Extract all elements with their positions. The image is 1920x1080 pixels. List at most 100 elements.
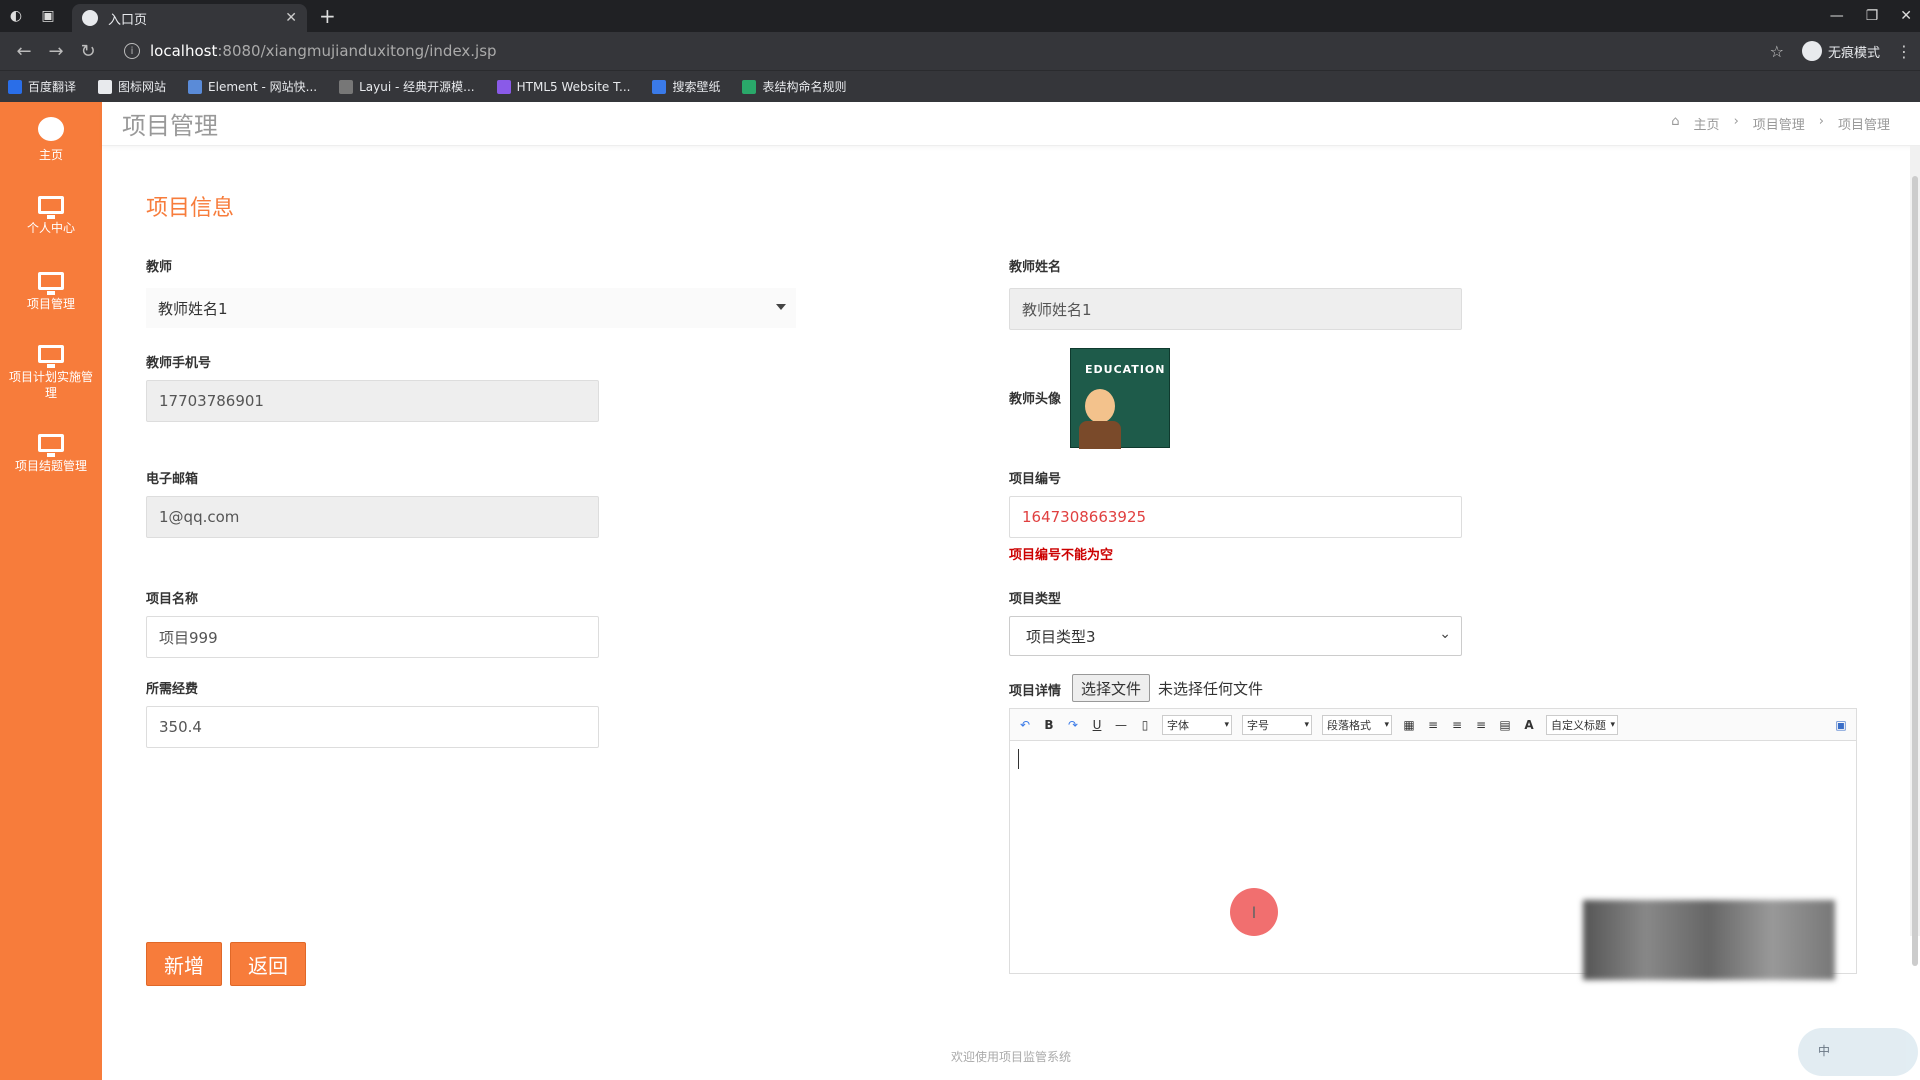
incognito-indicator[interactable]: 无痕模式 [1801, 41, 1880, 61]
avatar-label: 教师头像 [1009, 392, 1062, 407]
font-size-select[interactable]: 字号 [1242, 714, 1312, 735]
sidebar-item-label: 主页 [38, 148, 63, 162]
url-field[interactable]: i localhost:8080/xiangmujianduxitong/ind… [114, 37, 1770, 65]
back-icon[interactable]: ← [8, 41, 40, 62]
close-window-icon[interactable]: ✕ [1900, 8, 1912, 24]
incognito-label: 无痕模式 [1827, 45, 1880, 61]
add-button[interactable]: 新增 [146, 942, 222, 986]
teacher-name-field[interactable]: 教师姓名1 [1009, 288, 1462, 330]
teacher-select[interactable]: 教师姓名1 [146, 288, 796, 328]
bookmark-item[interactable]: 表结构命名规则 [742, 78, 846, 95]
site-info-icon[interactable]: i [124, 43, 140, 59]
tab-title: 入口页 [108, 12, 148, 28]
browser-menu-icon[interactable]: ◐ [0, 0, 32, 32]
bookmark-label: Element - 网站快... [208, 80, 318, 94]
budget-field[interactable]: 350.4 [146, 706, 599, 748]
file-status-text: 未选择任何文件 [1158, 680, 1264, 698]
budget-label: 所需经费 [146, 682, 199, 697]
sidebar-item-home[interactable]: 主页 [0, 102, 102, 178]
align-right-icon[interactable]: ≡ [1450, 718, 1464, 732]
project-no-label: 项目编号 [1009, 472, 1062, 487]
dashboard-icon [38, 117, 64, 141]
breadcrumb-item[interactable]: 主页 [1694, 114, 1720, 133]
scrollbar[interactable] [1910, 146, 1920, 966]
text-cursor-icon: I [1251, 902, 1257, 922]
back-button[interactable]: 返回 [230, 942, 306, 986]
bookmark-item[interactable]: Element - 网站快... [188, 78, 317, 95]
bookmark-item[interactable]: Layui - 经典开源模... [339, 78, 475, 95]
project-name-field[interactable]: 项目999 [146, 616, 599, 658]
reload-icon[interactable]: ↻ [72, 41, 104, 62]
teacher-select-value: 教师姓名1 [158, 299, 228, 318]
monitor-icon [38, 434, 64, 457]
sidebar-item-label: 项目计划实施管理 [8, 370, 93, 400]
close-tab-icon[interactable]: ✕ [285, 10, 297, 26]
pinned-tab-icon[interactable]: ▣ [32, 0, 64, 32]
align-left-icon[interactable]: ≡ [1426, 718, 1440, 732]
sidebar-item-projects[interactable]: 项目管理 [0, 254, 102, 330]
bookmark-item[interactable]: 百度翻译 [8, 78, 76, 95]
phone-field[interactable]: 17703786901 [146, 380, 599, 422]
avatar-image-text: EDUCATION [1085, 363, 1166, 376]
scrollbar-thumb[interactable] [1912, 176, 1918, 966]
breadcrumb: ⌂ 主页 › 项目管理 › 项目管理 [1671, 114, 1890, 133]
sidebar-item-profile[interactable]: 个人中心 [0, 178, 102, 254]
blurred-overlay [1583, 900, 1835, 980]
breadcrumb-separator-icon: › [1733, 114, 1739, 129]
bold-icon[interactable]: B [1042, 718, 1056, 732]
bookmark-favicon-icon [652, 79, 667, 94]
horizontal-rule-icon[interactable]: — [1114, 718, 1128, 732]
app-root: 主页 个人中心 项目管理 项目计划实施管理 项目结题管理 项目管理 ⌂ 主页 ›… [0, 102, 1920, 1080]
paragraph-format-select[interactable]: 段落格式 [1322, 714, 1392, 735]
custom-title-select[interactable]: 自定义标题 [1546, 714, 1618, 735]
sidebar-item-plans[interactable]: 项目计划实施管理 [0, 330, 102, 416]
bookmark-item[interactable]: HTML5 Website T... [496, 79, 630, 94]
email-label: 电子邮箱 [146, 472, 199, 487]
text-cursor [1018, 749, 1019, 769]
sidebar-item-label: 项目结题管理 [14, 459, 87, 473]
bookmark-label: 图标网站 [118, 80, 167, 94]
bookmark-item[interactable]: 搜索壁纸 [652, 78, 720, 95]
chevron-down-icon: ⌄ [1439, 626, 1451, 642]
table-icon[interactable]: ▦ [1402, 718, 1416, 732]
restore-icon[interactable]: ❐ [1866, 8, 1879, 24]
monitor-icon [38, 196, 64, 219]
choose-file-button[interactable]: 选择文件 [1072, 674, 1151, 702]
new-tab-icon[interactable]: + [319, 4, 336, 28]
bookmark-favicon-icon [339, 79, 354, 94]
project-no-field[interactable]: 1647308663925 [1009, 496, 1462, 538]
breadcrumb-item[interactable]: 项目管理 [1753, 114, 1805, 133]
project-type-select[interactable]: 项目类型3 ⌄ [1009, 616, 1462, 656]
justify-icon[interactable]: ▤ [1498, 718, 1512, 732]
font-family-select[interactable]: 字体 [1162, 714, 1232, 735]
fullscreen-icon[interactable]: ▣ [1834, 718, 1848, 732]
project-type-label: 项目类型 [1009, 592, 1062, 607]
page-header: 项目管理 ⌂ 主页 › 项目管理 › 项目管理 [102, 102, 1920, 146]
sidebar-item-conclusion[interactable]: 项目结题管理 [0, 416, 102, 492]
bookmarks-bar: 百度翻译 图标网站 Element - 网站快... Layui - 经典开源模… [0, 70, 1920, 102]
forward-icon[interactable]: → [40, 41, 72, 62]
sidebar-item-label: 个人中心 [26, 221, 75, 235]
bookmark-favicon-icon [188, 79, 203, 94]
bookmark-star-icon[interactable]: ☆ [1770, 42, 1784, 61]
editor-toolbar: ↶ B ↷ U — ▯ 字体 字号 段落格式 ▦ ≡ ≡ ≡ ▤ A 自定义标题 [1010, 709, 1856, 741]
avatar-face-shape [1085, 389, 1115, 423]
address-bar: ← → ↻ i localhost:8080/xiangmujianduxito… [0, 32, 1920, 70]
undo-icon[interactable]: ↶ [1018, 718, 1032, 732]
redo-icon[interactable]: ↷ [1066, 718, 1080, 732]
ime-toolbar[interactable]: 中 [1798, 1028, 1918, 1076]
browser-tab-bar: ◐ ▣ 入口页 ✕ + — ❐ ✕ [0, 0, 1920, 32]
window-controls: — ❐ ✕ [1830, 0, 1912, 32]
underline-icon[interactable]: U [1090, 718, 1104, 732]
bookmark-item[interactable]: 图标网站 [98, 78, 166, 95]
paste-icon[interactable]: ▯ [1138, 718, 1152, 732]
align-center-icon[interactable]: ≡ [1474, 718, 1488, 732]
browser-more-icon[interactable]: ⋮ [1896, 42, 1912, 61]
browser-tab[interactable]: 入口页 ✕ [72, 4, 307, 32]
mouse-pointer-indicator: I [1230, 888, 1278, 936]
font-color-icon[interactable]: A [1522, 718, 1536, 732]
avatar-body-shape [1079, 421, 1121, 449]
main-content: 项目管理 ⌂ 主页 › 项目管理 › 项目管理 项目信息 教师 教师姓名1 教师… [102, 102, 1920, 1080]
email-field[interactable]: 1@qq.com [146, 496, 599, 538]
minimize-icon[interactable]: — [1830, 8, 1844, 24]
